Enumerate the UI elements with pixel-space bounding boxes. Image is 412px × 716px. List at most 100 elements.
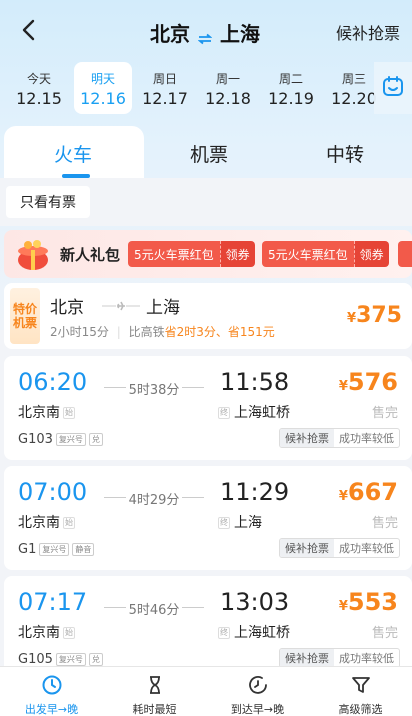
date-item[interactable]: 今天 12.15 [10, 62, 68, 114]
advanced-filter[interactable]: 高级筛选 [309, 667, 412, 716]
coupon[interactable]: 5元火车票红包 领券 [128, 241, 255, 267]
new-user-promo-banner[interactable]: 新人礼包 5元火车票红包 领券 5元火车票红包 领券 [4, 230, 412, 278]
train-number-value: G105 [18, 652, 53, 667]
waitlist-tag[interactable]: 候补抢票 成功率较低 [279, 648, 400, 668]
date-item-active[interactable]: 明天 12.16 [74, 62, 132, 114]
coupon-text: 5元火车票红包 [262, 241, 354, 267]
success-rate: 成功率较低 [339, 432, 394, 445]
departure-time: 07:17 [18, 588, 88, 616]
header: 北京 上海 候补抢票 [0, 10, 412, 50]
date-item[interactable]: 周二 12.19 [262, 62, 320, 114]
station-name: 北京南 [18, 405, 60, 421]
ticket-price: ¥553 [339, 588, 398, 616]
sort-shortest-duration[interactable]: 耗时最短 [103, 667, 206, 716]
sold-out-status: 售完 [371, 406, 398, 421]
train-tag: 静音 [72, 543, 95, 556]
flight-duration: 2小时15分 [50, 325, 109, 339]
coupon-claim-button[interactable]: 领券 [353, 241, 389, 267]
tab-transfer[interactable]: 中转 [326, 140, 364, 167]
departure-station: 北京南始 [18, 512, 78, 532]
price-value: 667 [347, 478, 398, 506]
flight-savings: 省2时3分、省151元 [164, 325, 275, 339]
date-value: 12.18 [205, 89, 251, 108]
flight-compare-prefix: 比高铁 [128, 325, 165, 339]
arrival-time: 11:29 [220, 478, 290, 506]
date-value: 12.16 [80, 89, 126, 108]
tab-train[interactable]: 火车 [54, 140, 92, 167]
coupon-claim-button[interactable]: 领券 [219, 241, 255, 267]
waitlist-label: 候补抢票 [280, 429, 334, 447]
flight-price: ¥375 [347, 303, 402, 328]
waitlist-button[interactable]: 候补抢票 [336, 20, 400, 44]
train-number: G105 复兴号兑 [18, 652, 103, 667]
waitlist-tag[interactable]: 候补抢票 成功率较低 [279, 428, 400, 448]
train-tag: 复兴号 [55, 653, 86, 666]
station-name: 北京南 [18, 515, 60, 531]
price-value: 576 [347, 368, 398, 396]
train-card[interactable]: 06:20 5时38分 11:58 ¥576 北京南始 终上海虹桥 售完 G10… [4, 356, 412, 460]
train-card[interactable]: 07:17 5时46分 13:03 ¥553 北京南始 终上海虹桥 售完 G10… [4, 576, 412, 680]
waitlist-label: 候补抢票 [280, 649, 334, 667]
ticket-price: ¥576 [339, 368, 398, 396]
plane-icon [102, 297, 140, 311]
route-title[interactable]: 北京 上海 [150, 18, 260, 46]
hourglass-icon [149, 676, 160, 694]
to-city: 上海 [220, 21, 260, 46]
flight-info: 2小时15分 | 比高铁省2时3分、省151元 [50, 325, 275, 339]
arrival-time: 11:58 [220, 368, 290, 396]
departure-time: 06:20 [18, 368, 88, 396]
currency-symbol: ¥ [347, 311, 357, 326]
success-rate: 成功率较低 [339, 542, 394, 555]
trip-duration: 5时38分 [128, 383, 180, 398]
station-name: 上海虹桥 [234, 405, 290, 421]
date-weekday: 周一 [215, 72, 240, 86]
waitlist-label: 候补抢票 [280, 539, 334, 557]
origin-tag: 始 [63, 517, 75, 529]
date-item[interactable]: 周日 12.17 [136, 62, 194, 114]
train-number-value: G103 [18, 432, 53, 447]
badge-line: 特价 [12, 302, 37, 316]
calendar-button[interactable] [374, 62, 412, 114]
origin-tag: 始 [63, 627, 75, 639]
station-name: 上海虹桥 [234, 625, 290, 641]
clock-arrival-icon [248, 676, 267, 694]
station-name: 上海 [234, 515, 262, 531]
sort-label: 耗时最短 [132, 703, 177, 716]
calendar-icon [382, 75, 404, 101]
date-value: 12.19 [268, 89, 314, 108]
back-icon[interactable] [18, 16, 42, 44]
tab-flight[interactable]: 机票 [190, 140, 228, 167]
date-item[interactable]: 周一 12.18 [199, 62, 257, 114]
special-flight-badge: 特价 机票 [10, 288, 40, 344]
departure-station: 北京南始 [18, 402, 78, 422]
coupon-overflow [398, 241, 412, 267]
badge-line: 机票 [12, 316, 37, 330]
trip-duration: 5时46分 [128, 603, 180, 618]
train-number-value: G1 [18, 542, 37, 557]
station-name: 北京南 [18, 625, 60, 641]
sort-departure-early-late[interactable]: 出发早→晚 [0, 667, 103, 716]
terminal-tag: 终 [218, 517, 230, 529]
from-city: 北京 [150, 21, 190, 46]
train-tag: 兑 [88, 653, 103, 666]
currency-symbol: ¥ [338, 379, 348, 394]
waitlist-tag[interactable]: 候补抢票 成功率较低 [279, 538, 400, 558]
date-value: 12.17 [142, 89, 188, 108]
arrival-station: 终上海虹桥 [218, 622, 290, 642]
only-available-filter[interactable]: 只看有票 [6, 186, 90, 218]
coupon[interactable]: 5元火车票红包 领券 [262, 241, 389, 267]
flight-offer-card[interactable]: 特价 机票 北京 上海 2小时15分 | 比高铁省2时3分、省151元 ¥375 [4, 283, 412, 349]
terminal-tag: 终 [218, 627, 230, 639]
sort-arrival-early-late[interactable]: 到达早→晚 [206, 667, 309, 716]
origin-tag: 始 [63, 407, 75, 419]
trip-duration: 4时29分 [128, 493, 180, 508]
departure-time: 07:00 [18, 478, 88, 506]
date-selector: 今天 12.15 明天 12.16 周日 12.17 周一 12.18 周二 1… [0, 62, 412, 116]
arrival-station: 终上海虹桥 [218, 402, 290, 422]
swap-icon[interactable] [197, 26, 213, 45]
coupon-text: 5元火车票红包 [128, 241, 220, 267]
date-weekday: 周二 [278, 72, 303, 86]
train-number: G1 复兴号 静音 [18, 542, 95, 557]
train-tag: 复兴号 [39, 543, 70, 556]
train-card[interactable]: 07:00 4时29分 11:29 ¥667 北京南始 终上海 售完 G1 复兴号… [4, 466, 412, 570]
